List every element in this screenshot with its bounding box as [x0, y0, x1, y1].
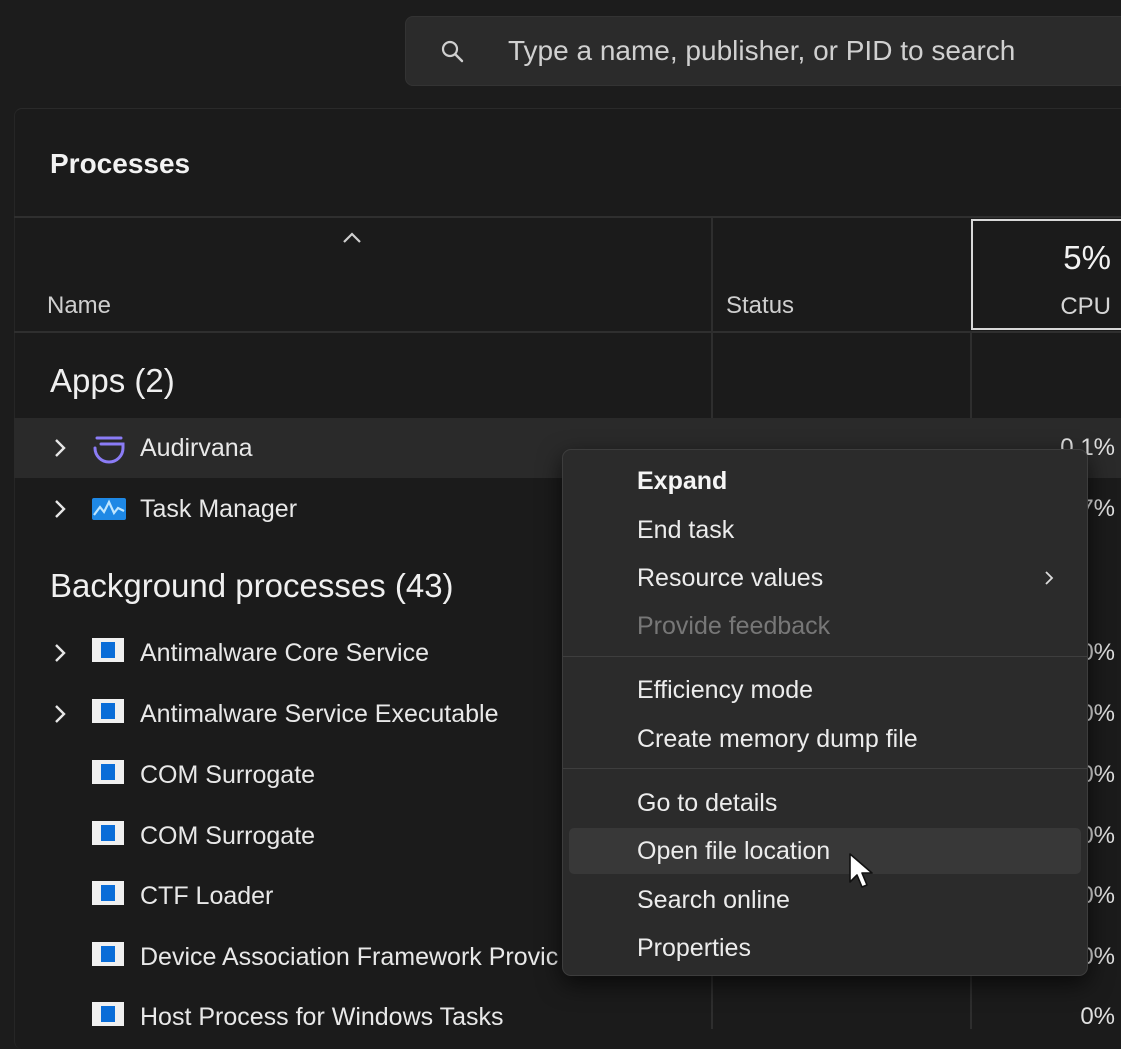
process-name: COM Surrogate	[140, 761, 316, 789]
menu-item-search-online[interactable]: Search online	[569, 877, 1081, 923]
cpu-total-percent: 5%	[1063, 239, 1111, 276]
mouse-pointer-icon	[849, 853, 873, 888]
menu-item-go-to-details[interactable]: Go to details	[569, 780, 1081, 826]
chevron-right-icon	[1045, 571, 1054, 585]
menu-item-open-file-location[interactable]: Open file location	[569, 828, 1081, 874]
process-name: Host Process for Windows Tasks	[140, 1003, 504, 1031]
menu-item-label: Search online	[637, 886, 790, 914]
search-box[interactable]: Type a name, publisher, or PID to search	[405, 16, 1121, 86]
service-process-icon	[91, 698, 127, 730]
service-process-icon	[91, 820, 127, 852]
service-process-icon	[91, 637, 127, 669]
search-icon	[441, 40, 464, 63]
service-process-icon	[91, 1001, 127, 1033]
group-header-apps: Apps (2)	[50, 362, 175, 399]
menu-item-create-memory-dump[interactable]: Create memory dump file	[569, 716, 1081, 762]
menu-item-label: Open file location	[637, 837, 831, 865]
column-header-cpu[interactable]: 5% CPU	[971, 219, 1121, 330]
process-name: Device Association Framework Provic	[140, 943, 559, 971]
process-cpu: 0%	[1080, 1003, 1115, 1030]
menu-item-provide-feedback: Provide feedback	[569, 603, 1081, 649]
menu-divider	[563, 768, 1087, 769]
column-header-name[interactable]: Name	[47, 292, 111, 320]
menu-item-expand[interactable]: Expand	[569, 458, 1081, 504]
menu-item-resource-values[interactable]: Resource values	[569, 555, 1081, 601]
audirvana-icon	[93, 436, 125, 464]
header-top-divider	[14, 216, 1121, 218]
search-input[interactable]: Type a name, publisher, or PID to search	[508, 35, 1015, 67]
menu-item-label: End task	[637, 516, 735, 544]
cpu-column-label: CPU	[1060, 293, 1111, 320]
process-name: Antimalware Service Executable	[140, 700, 499, 728]
process-name: Antimalware Core Service	[140, 639, 429, 667]
menu-item-label: Expand	[637, 467, 728, 495]
service-process-icon	[91, 880, 127, 912]
process-name: COM Surrogate	[140, 822, 316, 850]
group-header-background-processes: Background processes (43)	[50, 567, 454, 604]
menu-item-label: Create memory dump file	[637, 725, 918, 753]
menu-divider	[563, 656, 1087, 657]
chevron-right-icon[interactable]	[50, 702, 70, 726]
header-bottom-divider	[14, 331, 1121, 333]
table-row[interactable]: Host Process for Windows Tasks 0%	[14, 987, 1121, 1047]
menu-item-end-task[interactable]: End task	[569, 507, 1081, 553]
menu-item-label: Provide feedback	[637, 612, 831, 640]
column-header-status[interactable]: Status	[726, 292, 794, 320]
page-title: Processes	[50, 148, 191, 179]
chevron-right-icon[interactable]	[50, 641, 70, 665]
sort-ascending-icon[interactable]	[341, 230, 363, 246]
chevron-right-icon[interactable]	[50, 436, 70, 460]
service-process-icon	[91, 941, 127, 973]
process-name: Task Manager	[140, 495, 298, 523]
menu-item-properties[interactable]: Properties	[569, 925, 1081, 971]
menu-item-label: Resource values	[637, 564, 824, 592]
chevron-right-icon[interactable]	[50, 497, 70, 521]
menu-item-label: Properties	[637, 934, 751, 962]
process-name: Audirvana	[140, 434, 253, 462]
menu-item-label: Go to details	[637, 789, 778, 817]
task-manager-icon	[92, 498, 126, 520]
service-process-icon	[91, 759, 127, 791]
process-name: CTF Loader	[140, 882, 274, 910]
menu-item-label: Efficiency mode	[637, 676, 814, 704]
context-menu: Expand End task Resource values Provide …	[562, 449, 1088, 976]
menu-item-efficiency-mode[interactable]: Efficiency mode	[569, 667, 1081, 713]
